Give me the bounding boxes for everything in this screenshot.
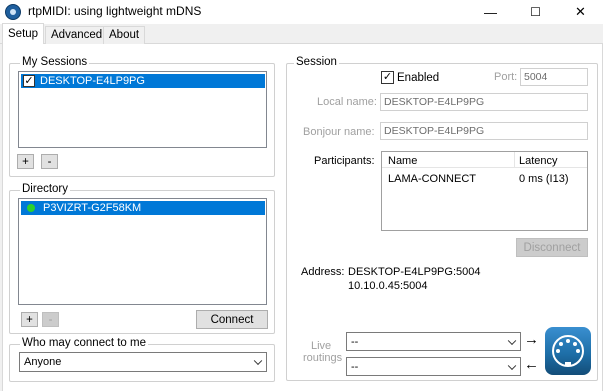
- disconnect-button[interactable]: Disconnect: [516, 238, 588, 257]
- enabled-label: Enabled: [397, 72, 440, 84]
- who-may-connect-value: Anyone: [24, 356, 62, 368]
- midi-din-icon: [552, 335, 584, 367]
- live-routings-label-1: Live: [311, 340, 332, 352]
- routing-in-select[interactable]: --: [346, 332, 521, 351]
- minimize-button[interactable]: —: [468, 0, 513, 24]
- participants-label: Participants:: [314, 155, 375, 167]
- arrow-right-icon: →: [524, 331, 539, 348]
- column-divider: [514, 152, 515, 168]
- participants-header: Name Latency: [382, 152, 587, 168]
- bonjour-name-label: Bonjour name:: [303, 126, 375, 138]
- participant-latency: 0 ms (I13): [519, 173, 569, 185]
- arrow-left-icon: ←: [524, 356, 539, 373]
- live-routings-label-2: routings: [303, 352, 343, 364]
- maximize-button[interactable]: ☐: [513, 0, 558, 24]
- participant-name: LAMA-CONNECT: [388, 173, 477, 185]
- table-row[interactable]: LAMA-CONNECT 0 ms (I13): [382, 172, 587, 186]
- close-button[interactable]: ✕: [558, 0, 603, 24]
- session-name: DESKTOP-E4LP9PG: [40, 75, 145, 87]
- tab-advanced[interactable]: Advanced: [45, 26, 109, 44]
- enabled-checkbox[interactable]: ✓: [381, 71, 394, 84]
- my-sessions-title: My Sessions: [20, 56, 90, 68]
- address-label: Address:: [301, 266, 345, 278]
- my-sessions-list[interactable]: ✓ DESKTOP-E4LP9PG: [18, 71, 267, 148]
- routing-out-value: --: [351, 360, 359, 373]
- port-field[interactable]: 5004: [520, 68, 588, 86]
- add-directory-button[interactable]: +: [21, 312, 38, 327]
- routing-out-select[interactable]: --: [346, 357, 521, 376]
- chevron-down-icon: [253, 356, 263, 366]
- who-may-connect-title: Who may connect to me: [20, 337, 148, 349]
- window-title: rtpMIDI: using lightweight mDNS: [28, 4, 202, 18]
- column-header-latency[interactable]: Latency: [519, 155, 558, 167]
- routing-in-value: --: [351, 335, 359, 348]
- local-name-label: Local name:: [317, 96, 377, 108]
- directory-entry-name: P3VIZRT-G2F58KM: [43, 202, 142, 214]
- bonjour-name-field[interactable]: DESKTOP-E4LP9PG: [380, 122, 588, 140]
- local-name-field[interactable]: DESKTOP-E4LP9PG: [380, 93, 588, 111]
- remove-directory-button[interactable]: -: [42, 312, 59, 327]
- title-bar: rtpMIDI: using lightweight mDNS — ☐ ✕: [0, 0, 603, 24]
- directory-title: Directory: [20, 183, 71, 195]
- session-title: Session: [294, 56, 339, 68]
- midi-connector-icon: [545, 327, 591, 375]
- tab-about[interactable]: About: [103, 26, 146, 44]
- connect-button[interactable]: Connect: [196, 310, 268, 329]
- column-header-name[interactable]: Name: [388, 155, 417, 167]
- address-line-1: DESKTOP-E4LP9PG:5004: [348, 266, 481, 278]
- online-status-icon: [27, 204, 35, 212]
- rtpmidi-app-icon: [5, 4, 21, 20]
- address-line-2: 10.10.0.45:5004: [348, 280, 428, 292]
- port-label: Port:: [494, 71, 518, 83]
- who-may-connect-select[interactable]: Anyone: [19, 352, 267, 372]
- list-item[interactable]: ✓ DESKTOP-E4LP9PG: [21, 74, 265, 88]
- directory-list[interactable]: P3VIZRT-G2F58KM: [18, 198, 267, 305]
- remove-session-button[interactable]: -: [41, 154, 58, 169]
- session-checkbox[interactable]: ✓: [23, 75, 35, 87]
- tab-setup[interactable]: Setup: [2, 23, 45, 44]
- chevron-down-icon: [507, 361, 517, 370]
- add-session-button[interactable]: +: [17, 154, 34, 169]
- chevron-down-icon: [507, 336, 517, 345]
- participants-list[interactable]: Name Latency LAMA-CONNECT 0 ms (I13): [381, 151, 588, 231]
- list-item[interactable]: P3VIZRT-G2F58KM: [21, 201, 265, 215]
